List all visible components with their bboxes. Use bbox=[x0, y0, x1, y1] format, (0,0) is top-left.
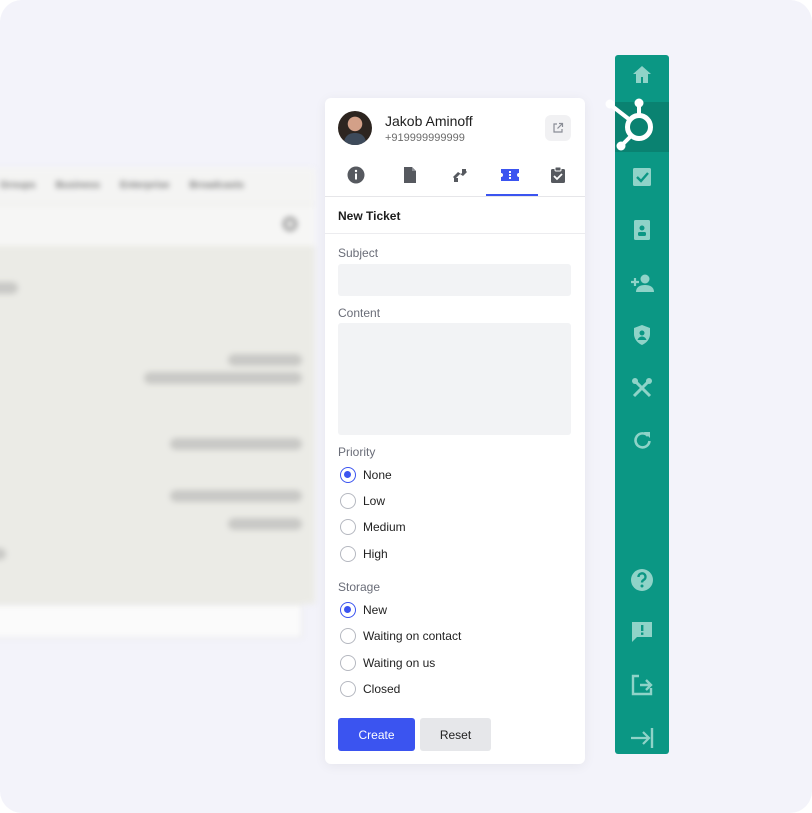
storage-label: Storage bbox=[338, 580, 381, 594]
radio-button[interactable] bbox=[340, 493, 356, 509]
radio-button[interactable] bbox=[340, 655, 356, 671]
sidebar-item-collapse[interactable] bbox=[615, 718, 669, 758]
logout-icon bbox=[631, 674, 653, 696]
priority-option-none[interactable]: None bbox=[340, 467, 392, 483]
sidebar-item-add-contact[interactable] bbox=[615, 263, 669, 303]
hubspot-icon bbox=[605, 98, 653, 151]
divider bbox=[325, 233, 585, 234]
hubspot-sidebar bbox=[615, 55, 669, 754]
bg-search-icon bbox=[283, 217, 297, 231]
shield-icon bbox=[634, 325, 650, 345]
tab-notes[interactable] bbox=[390, 166, 430, 196]
radio-label: Closed bbox=[363, 682, 401, 696]
bg-toolbar bbox=[0, 204, 315, 248]
reset-button[interactable]: Reset bbox=[420, 718, 491, 751]
radio-label: Medium bbox=[363, 520, 406, 534]
tab-tickets[interactable] bbox=[486, 166, 538, 196]
bg-message bbox=[0, 282, 18, 294]
radio-label: Waiting on contact bbox=[363, 629, 462, 643]
storage-option-waiting-on-contact[interactable]: Waiting on contact bbox=[340, 628, 461, 644]
radio-button[interactable] bbox=[340, 628, 356, 644]
sidebar-item-tasks[interactable] bbox=[615, 157, 669, 197]
deals-icon bbox=[453, 169, 467, 182]
bg-message bbox=[0, 548, 6, 560]
storage-option-new[interactable]: New bbox=[340, 602, 387, 618]
radio-label: High bbox=[363, 547, 388, 561]
radio-button[interactable] bbox=[340, 681, 356, 697]
home-icon bbox=[633, 66, 651, 83]
contact-name: Jakob Aminoff bbox=[385, 113, 473, 129]
bg-tabs: Groups Business Enterprise Broadcasts bbox=[0, 180, 244, 191]
radio-button[interactable] bbox=[340, 467, 356, 483]
priority-option-low[interactable]: Low bbox=[340, 493, 385, 509]
collapse-icon bbox=[631, 728, 654, 748]
sidebar-item-security[interactable] bbox=[615, 315, 669, 355]
storage-option-waiting-on-us[interactable]: Waiting on us bbox=[340, 655, 435, 671]
help-icon bbox=[631, 569, 653, 591]
sidebar-item-refresh[interactable] bbox=[615, 420, 669, 460]
bg-tab-groups: Groups bbox=[0, 180, 36, 191]
ticket-icon bbox=[501, 169, 519, 181]
priority-option-high[interactable]: High bbox=[340, 546, 388, 562]
bg-message-input bbox=[0, 604, 302, 638]
tools-icon bbox=[632, 378, 652, 398]
content-label: Content bbox=[338, 306, 381, 320]
content-textarea[interactable] bbox=[338, 323, 571, 435]
ticket-panel: Jakob Aminoff +919999999999 New Ticket S… bbox=[325, 98, 585, 764]
bg-message bbox=[228, 354, 302, 366]
create-button[interactable]: Create bbox=[338, 718, 415, 751]
refresh-icon bbox=[634, 432, 651, 449]
info-icon bbox=[347, 166, 365, 184]
subject-label: Subject bbox=[338, 246, 379, 260]
bg-chat-area bbox=[0, 246, 315, 604]
document-icon bbox=[404, 167, 416, 183]
sidebar-item-help[interactable] bbox=[615, 560, 669, 600]
bg-topbar: Groups Business Enterprise Broadcasts bbox=[0, 168, 315, 204]
tab-deals[interactable] bbox=[440, 166, 480, 196]
background-chat-app: Groups Business Enterprise Broadcasts bbox=[0, 168, 315, 638]
sidebar-item-contacts-book[interactable] bbox=[615, 210, 669, 250]
tab-info[interactable] bbox=[336, 166, 376, 196]
radio-label: None bbox=[363, 468, 392, 482]
external-link-icon bbox=[553, 122, 564, 133]
sidebar-item-home[interactable] bbox=[615, 55, 669, 95]
radio-button[interactable] bbox=[340, 519, 356, 535]
open-external-button[interactable] bbox=[545, 115, 571, 141]
stage: Groups Business Enterprise Broadcasts Ja… bbox=[0, 0, 812, 813]
bg-tab-business: Business bbox=[55, 180, 101, 191]
add-contact-icon bbox=[631, 274, 654, 292]
bg-tab-broadcasts: Broadcasts bbox=[189, 180, 244, 191]
avatar bbox=[338, 111, 372, 145]
storage-option-closed[interactable]: Closed bbox=[340, 681, 400, 697]
bg-message bbox=[228, 518, 302, 530]
radio-label: Waiting on us bbox=[363, 656, 436, 670]
radio-button[interactable] bbox=[340, 602, 356, 618]
form-title: New Ticket bbox=[338, 209, 401, 223]
sidebar-item-tools[interactable] bbox=[615, 368, 669, 408]
sidebar-item-feedback[interactable] bbox=[615, 612, 669, 652]
bg-tab-enterprise: Enterprise bbox=[120, 180, 170, 191]
sidebar-item-logout[interactable] bbox=[615, 665, 669, 705]
contact-phone: +919999999999 bbox=[385, 132, 465, 144]
priority-option-medium[interactable]: Medium bbox=[340, 519, 406, 535]
contacts-book-icon bbox=[634, 220, 650, 240]
radio-label: Low bbox=[363, 494, 386, 508]
radio-label: New bbox=[363, 603, 388, 617]
checkbox-icon bbox=[633, 168, 651, 186]
bg-message bbox=[170, 490, 302, 502]
feedback-icon bbox=[632, 622, 652, 642]
priority-label: Priority bbox=[338, 445, 376, 459]
tab-tasks[interactable] bbox=[538, 166, 578, 196]
radio-button[interactable] bbox=[340, 546, 356, 562]
bg-message bbox=[170, 438, 302, 450]
tab-bar bbox=[325, 166, 585, 197]
subject-input[interactable] bbox=[338, 264, 571, 296]
bg-message bbox=[144, 372, 302, 384]
tasks-icon bbox=[551, 166, 565, 183]
